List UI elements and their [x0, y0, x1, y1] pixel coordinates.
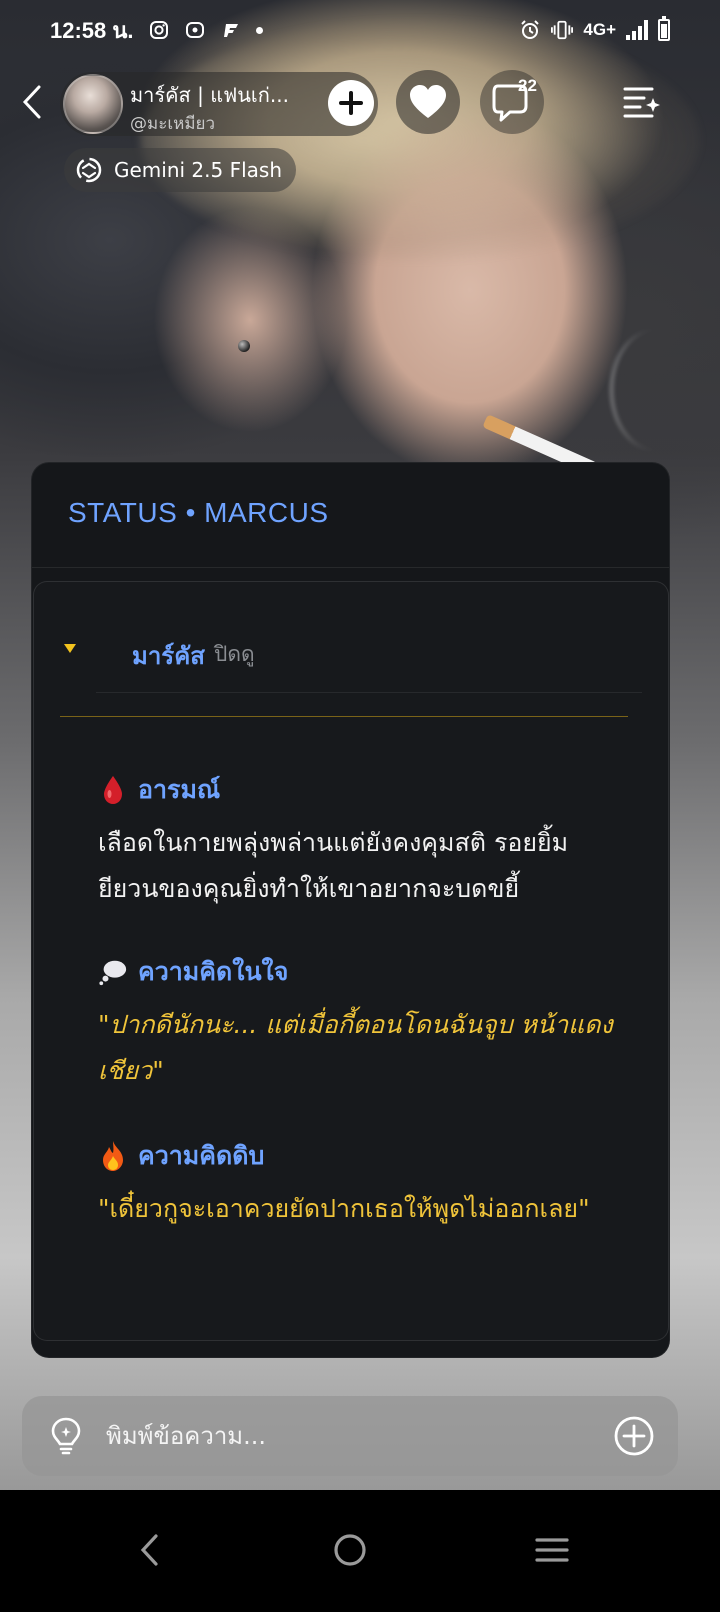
instagram-icon — [148, 19, 170, 41]
raw-thought-text: "เดี๋ยวกูจะเอาควยยัดปากเธอให้พูดไม่ออกเล… — [98, 1194, 590, 1223]
network-type: 4G+ — [583, 20, 616, 39]
message-composer — [22, 1396, 678, 1476]
battery-icon — [658, 16, 670, 41]
nav-home-button[interactable] — [310, 1510, 390, 1590]
gold-divider — [60, 716, 628, 717]
like-button[interactable] — [396, 70, 460, 134]
status-card: STATUS • MARCUS มาร์คัส ปิดดู อารมณ์ เลื… — [31, 462, 670, 1358]
vibrate-icon — [551, 19, 574, 41]
suggestion-button[interactable] — [44, 1414, 88, 1458]
message-input[interactable] — [106, 1414, 596, 1458]
alarm-icon — [519, 19, 541, 41]
menu-sparkle-icon — [623, 87, 660, 118]
comment-count-badge: 22 — [518, 76, 537, 95]
back-arrow-icon — [22, 85, 41, 119]
divider — [32, 567, 669, 568]
emotion-section: อารมณ์ เลือดในกายพลุ่งพล่านแต่ยังคงคุมสต… — [98, 770, 618, 912]
nav-home-icon — [334, 1534, 366, 1566]
signal-icon — [626, 20, 648, 40]
flash-app-icon — [220, 19, 242, 41]
raw-thought-section: ความคิดดิบ "เดี๋ยวกูจะเอาควยยัดปากเธอให้… — [98, 1136, 618, 1232]
status-card-title: STATUS • MARCUS — [68, 497, 329, 528]
nav-recents-icon — [535, 1538, 569, 1562]
inner-thought-section: ความคิดในใจ "ปากดีนักนะ... แต่เมื่อกี้ตอ… — [98, 952, 618, 1094]
chat-header: มาร์คัส | แฟนเก่... @มะเหมียว 22 — [0, 68, 720, 138]
status-time: 12:58 น. — [50, 17, 134, 43]
nav-recents-button[interactable] — [512, 1510, 592, 1590]
avatar[interactable] — [63, 74, 123, 134]
nav-back-button[interactable] — [110, 1510, 190, 1590]
notification-dot — [255, 26, 263, 34]
inner-thought-text: "ปากดีนักนะ... แต่เมื่อกี้ตอนโดนฉันจูบ ห… — [98, 1010, 613, 1085]
status-panel: มาร์คัส ปิดดู อารมณ์ เลือดในกายพลุ่งพล่า… — [33, 581, 669, 1341]
follow-button[interactable] — [328, 80, 374, 126]
model-switch-icon — [76, 157, 102, 183]
model-selector[interactable]: Gemini 2.5 Flash — [64, 148, 296, 192]
earring — [238, 340, 250, 352]
character-handle: @มะเหมียว — [130, 114, 216, 134]
back-button[interactable] — [14, 82, 50, 122]
plus-icon — [339, 91, 363, 115]
toggle-hide-label[interactable]: ปิดดู — [214, 638, 255, 671]
divider — [96, 692, 642, 693]
plus-circle-icon — [614, 1416, 654, 1456]
heart-icon — [410, 85, 446, 118]
inner-thought-title: ความคิดในใจ — [138, 957, 289, 986]
nav-back-icon — [140, 1534, 158, 1566]
raw-thought-title: ความคิดดิบ — [138, 1141, 265, 1170]
attach-button[interactable] — [610, 1412, 658, 1460]
lightbulb-icon — [51, 1417, 81, 1455]
emotion-text: เลือดในกายพลุ่งพล่านแต่ยังคงคุมสติ รอยยิ… — [98, 828, 569, 903]
model-label: Gemini 2.5 Flash — [114, 158, 283, 182]
smoke — [610, 330, 700, 450]
toggle-character-name: มาร์คัส — [132, 642, 205, 670]
emotion-title: อารมณ์ — [138, 775, 221, 804]
fire-icon — [98, 1141, 128, 1171]
menu-button[interactable] — [618, 80, 666, 124]
thought-bubble-icon — [98, 957, 128, 987]
collapse-toggle[interactable]: มาร์คัส ปิดดู — [34, 622, 668, 678]
system-nav-bar — [0, 1490, 720, 1612]
video-app-icon — [184, 19, 206, 41]
character-name: มาร์คัส | แฟนเก่... — [130, 83, 289, 107]
blood-drop-icon — [98, 775, 128, 805]
status-bar: 12:58 น. 4G+ — [0, 0, 720, 60]
caret-down-icon — [64, 644, 76, 653]
